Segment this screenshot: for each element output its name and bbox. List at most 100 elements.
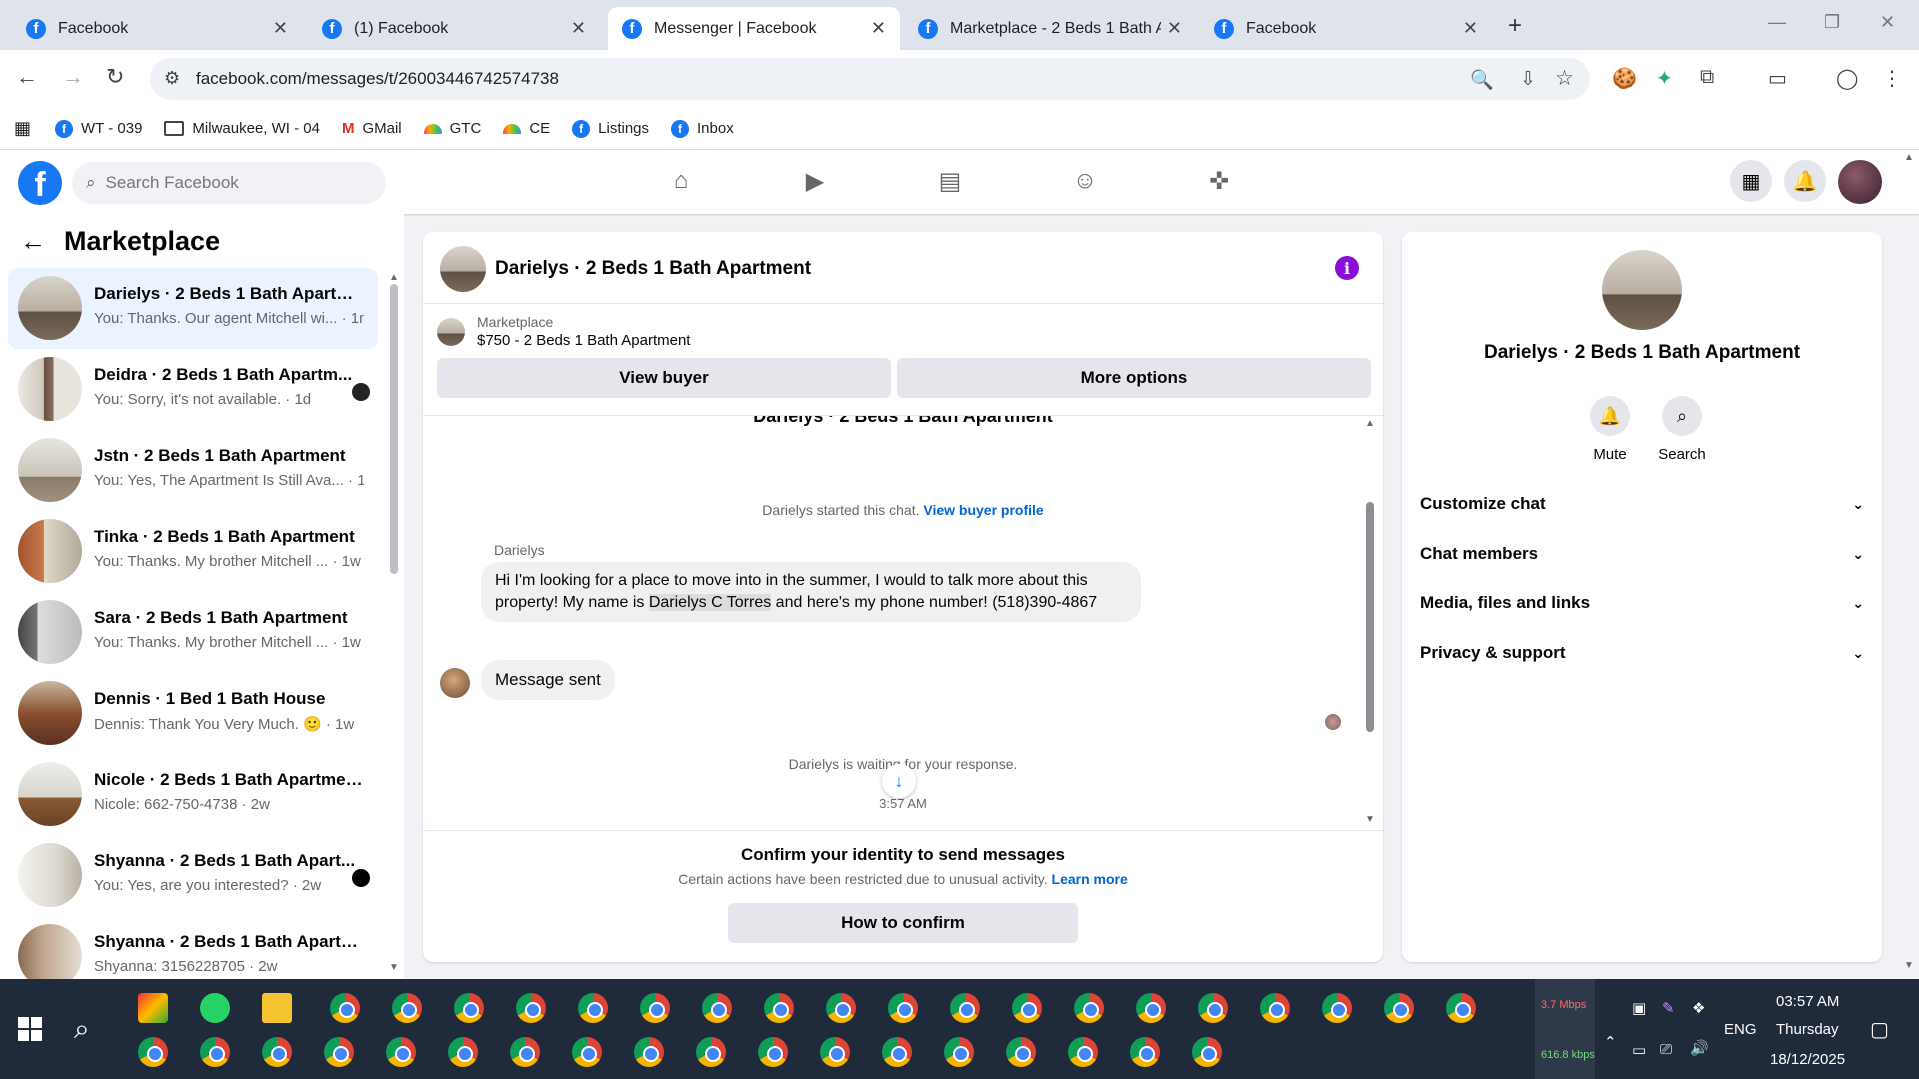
- chat-members-section[interactable]: Chat members ⌄: [1420, 534, 1864, 574]
- browser-tab-4[interactable]: f Marketplace - 2 Beds 1 Bath Ap ✕: [904, 7, 1196, 50]
- minimize-icon[interactable]: —: [1768, 12, 1786, 33]
- scroll-up-icon[interactable]: ▲: [389, 272, 399, 283]
- conversation-item[interactable]: Tinka · 2 Beds 1 Bath Apartment You: Tha…: [8, 511, 378, 592]
- conversation-item[interactable]: Dennis · 1 Bed 1 Bath House Dennis: Than…: [8, 673, 378, 754]
- extension-icon[interactable]: ✦: [1656, 66, 1673, 91]
- media-files-links-section[interactable]: Media, files and links ⌄: [1420, 583, 1864, 623]
- conversation-item[interactable]: Nicole · 2 Beds 1 Bath Apartmen... Nicol…: [8, 754, 378, 835]
- info-icon[interactable]: i: [1335, 256, 1359, 280]
- battery-icon[interactable]: ▭: [1632, 1041, 1646, 1059]
- bookmark-gtc[interactable]: GTC: [423, 120, 481, 137]
- chrome-icon[interactable]: [1446, 993, 1476, 1023]
- conversation-item[interactable]: Darielys · 2 Beds 1 Bath Apartm... You: …: [8, 268, 378, 349]
- volume-icon[interactable]: 🔊: [1690, 1039, 1709, 1057]
- forward-icon[interactable]: →: [62, 64, 84, 90]
- apps-grid-icon[interactable]: ▦: [14, 118, 31, 139]
- taskbar-search-icon[interactable]: ⌕: [74, 1013, 90, 1046]
- browser-tab-3-active[interactable]: f Messenger | Facebook ✕: [608, 7, 900, 50]
- chrome-icon[interactable]: [758, 1037, 788, 1067]
- conversation-item[interactable]: Shyanna · 2 Beds 1 Bath Apartm... Shyann…: [8, 916, 378, 979]
- clock-day[interactable]: Thursday: [1776, 1021, 1839, 1038]
- zoom-icon[interactable]: 🔍: [1470, 68, 1494, 92]
- chrome-icon[interactable]: [572, 1037, 602, 1067]
- search-icon[interactable]: ⌕: [1662, 396, 1702, 436]
- scrollbar-thumb[interactable]: [1366, 502, 1374, 732]
- close-tab-icon[interactable]: ✕: [571, 18, 586, 39]
- conversation-item[interactable]: Sara · 2 Beds 1 Bath Apartment You: Than…: [8, 592, 378, 673]
- chrome-icon[interactable]: [448, 1037, 478, 1067]
- chat-title[interactable]: Darielys · 2 Beds 1 Bath Apartment: [495, 258, 811, 280]
- language-indicator[interactable]: ENG: [1724, 1021, 1757, 1038]
- restore-icon[interactable]: ❐: [1824, 12, 1840, 33]
- listing-title[interactable]: $750 - 2 Beds 1 Bath Apartment: [477, 332, 690, 349]
- close-tab-icon[interactable]: ✕: [871, 18, 886, 39]
- view-buyer-button[interactable]: View buyer: [437, 358, 891, 398]
- groups-icon[interactable]: ☺: [1070, 166, 1100, 196]
- browser-tab-2[interactable]: f (1) Facebook ✕: [308, 7, 600, 50]
- bookmark-ce[interactable]: CE: [503, 120, 550, 137]
- conversation-item[interactable]: Shyanna · 2 Beds 1 Bath Apart... You: Ye…: [8, 835, 378, 916]
- chrome-icon[interactable]: [1260, 993, 1290, 1023]
- notifications-icon[interactable]: ▢: [1870, 1017, 1889, 1042]
- close-tab-icon[interactable]: ✕: [1167, 18, 1182, 39]
- chrome-icon[interactable]: [138, 1037, 168, 1067]
- scrollbar-thumb[interactable]: [390, 284, 398, 574]
- file-explorer-icon[interactable]: [262, 993, 292, 1023]
- scroll-down-icon[interactable]: ▼: [1365, 814, 1375, 825]
- chrome-icon[interactable]: [1384, 993, 1414, 1023]
- notifications-bell-icon[interactable]: 🔔: [1784, 160, 1826, 202]
- more-options-button[interactable]: More options: [897, 358, 1371, 398]
- chrome-icon[interactable]: [330, 993, 360, 1023]
- whatsapp-icon[interactable]: [200, 993, 230, 1023]
- chrome-icon[interactable]: [262, 1037, 292, 1067]
- gaming-icon[interactable]: ✜: [1204, 166, 1234, 196]
- tray-expand-icon[interactable]: ⌃: [1604, 1033, 1617, 1051]
- home-icon[interactable]: ⌂: [666, 166, 696, 196]
- windows-start-icon[interactable]: [18, 1017, 42, 1041]
- chrome-icon[interactable]: [516, 993, 546, 1023]
- view-buyer-profile-link[interactable]: View buyer profile: [923, 502, 1043, 518]
- bookmark-wt-039[interactable]: f WT - 039: [55, 119, 142, 138]
- bookmark-inbox[interactable]: f Inbox: [671, 119, 734, 138]
- install-app-icon[interactable]: ⇩: [1520, 68, 1536, 91]
- address-bar[interactable]: ⚙ facebook.com/messages/t/26003446742574…: [150, 58, 1590, 100]
- chrome-icon[interactable]: [820, 1037, 850, 1067]
- learn-more-link[interactable]: Learn more: [1052, 871, 1128, 887]
- tray-pen-icon[interactable]: ✎: [1662, 999, 1675, 1017]
- message-sent-bubble[interactable]: Message sent: [481, 660, 615, 700]
- search-action[interactable]: ⌕ Search: [1652, 396, 1712, 463]
- clock-date[interactable]: 18/12/2025: [1770, 1051, 1845, 1068]
- chrome-icon[interactable]: [764, 993, 794, 1023]
- how-to-confirm-button[interactable]: How to confirm: [728, 903, 1078, 943]
- chrome-icon[interactable]: [1136, 993, 1166, 1023]
- conversation-scrollbar[interactable]: ▲ ▼: [388, 272, 399, 973]
- chat-avatar[interactable]: [440, 246, 486, 292]
- chrome-icon[interactable]: [324, 1037, 354, 1067]
- back-icon[interactable]: ←: [16, 64, 38, 90]
- close-window-icon[interactable]: ✕: [1880, 12, 1895, 33]
- new-tab-icon[interactable]: +: [1508, 12, 1522, 40]
- reload-icon[interactable]: ↻: [106, 64, 124, 90]
- chrome-icon[interactable]: [1006, 1037, 1036, 1067]
- tray-display-icon[interactable]: ▣: [1632, 999, 1646, 1017]
- bookmark-listings[interactable]: f Listings: [572, 119, 649, 138]
- chrome-icon[interactable]: [1068, 1037, 1098, 1067]
- close-tab-icon[interactable]: ✕: [273, 18, 288, 39]
- close-tab-icon[interactable]: ✕: [1463, 18, 1478, 39]
- chrome-icon[interactable]: [510, 1037, 540, 1067]
- extensions-puzzle-icon[interactable]: ⧉: [1700, 66, 1714, 89]
- chrome-icon[interactable]: [888, 993, 918, 1023]
- taskbar-app-icon[interactable]: [138, 993, 168, 1023]
- chrome-icon[interactable]: [944, 1037, 974, 1067]
- scroll-to-bottom-icon[interactable]: ↓: [882, 764, 916, 798]
- chrome-icon[interactable]: [392, 993, 422, 1023]
- menu-grid-icon[interactable]: ▦: [1730, 160, 1772, 202]
- cookie-extension-icon[interactable]: 🍪: [1612, 66, 1637, 91]
- chrome-icon[interactable]: [1012, 993, 1042, 1023]
- chrome-icon[interactable]: [578, 993, 608, 1023]
- url-text[interactable]: facebook.com/messages/t/2600344674257473…: [196, 69, 559, 89]
- details-avatar[interactable]: [1602, 250, 1682, 330]
- chrome-icon[interactable]: [640, 993, 670, 1023]
- facebook-search[interactable]: ⌕: [72, 162, 386, 204]
- search-input[interactable]: [105, 173, 346, 193]
